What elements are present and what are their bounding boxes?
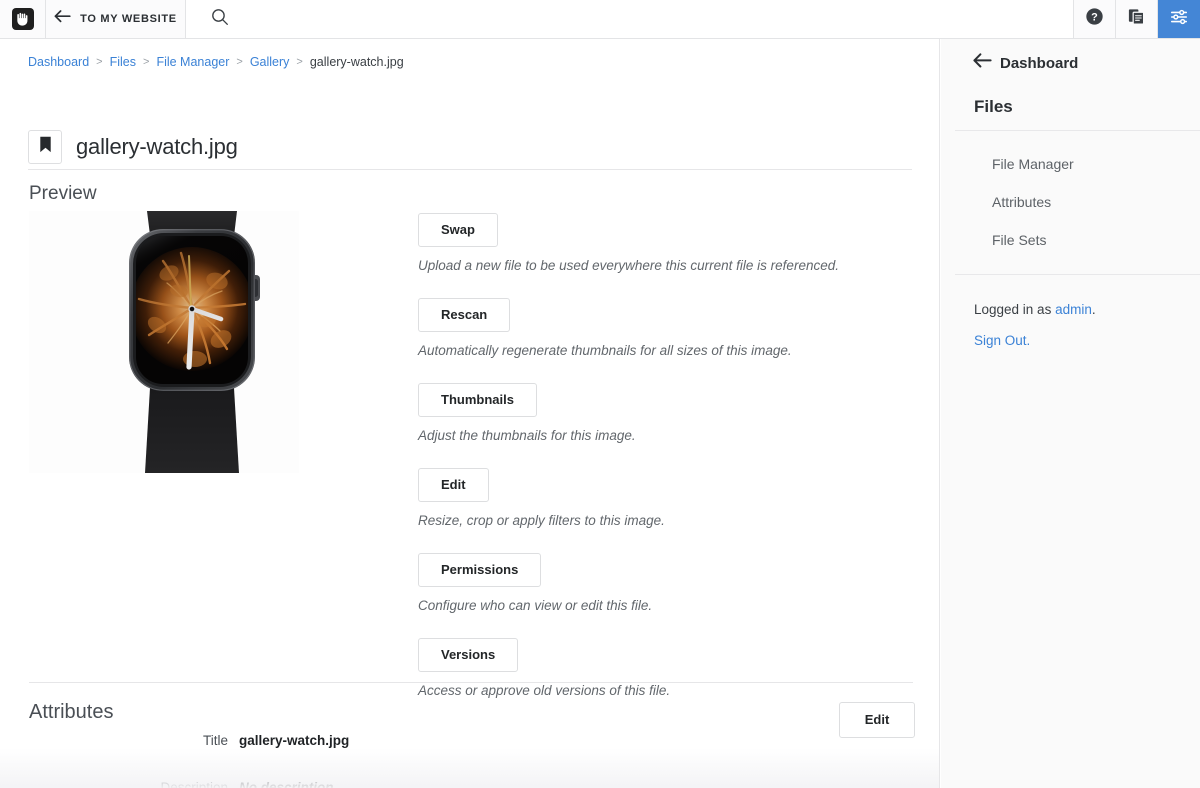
breadcrumb: Dashboard > Files > File Manager > Galle…	[28, 55, 404, 69]
logged-in-user-link[interactable]: admin	[1055, 302, 1092, 317]
file-preview-image	[29, 211, 299, 473]
attribute-row: Title gallery-watch.jpg	[29, 733, 913, 748]
logged-in-status: Logged in as admin.	[974, 299, 1096, 321]
action-block: Rescan Automatically regenerate thumbnai…	[418, 298, 888, 359]
logged-in-suffix: .	[1091, 302, 1096, 317]
attribute-value-description: No description	[239, 780, 334, 788]
attribute-row: Description No description	[29, 780, 913, 788]
settings-button[interactable]	[1158, 0, 1200, 38]
sidebar-item-label: Attributes	[992, 194, 1052, 210]
thumbnails-button[interactable]: Thumbnails	[418, 383, 537, 417]
sidebar-section-title: Files	[974, 97, 1013, 116]
to-my-website-label: TO MY WEBSITE	[80, 13, 177, 25]
versions-button[interactable]: Versions	[418, 638, 519, 672]
sidebar-item-label: File Sets	[992, 232, 1047, 248]
concrete-cms-hand-logo-icon	[11, 8, 34, 30]
help-button[interactable]: ?	[1074, 0, 1116, 38]
rescan-description: Automatically regenerate thumbnails for …	[418, 343, 792, 358]
sidebar-item-file-sets[interactable]: File Sets	[941, 221, 1200, 259]
breadcrumb-item-current: gallery-watch.jpg	[309, 55, 404, 69]
bookmark-icon	[39, 136, 52, 158]
sidebar-divider	[955, 130, 1200, 131]
sidebar-item-label: File Manager	[992, 156, 1074, 172]
file-actions-list: Swap Upload a new file to be used everyw…	[418, 213, 888, 699]
action-block: Versions Access or approve old versions …	[418, 638, 888, 699]
pages-button[interactable]	[1116, 0, 1158, 38]
page-title: gallery-watch.jpg	[76, 134, 238, 159]
swap-description: Upload a new file to be used everywhere …	[418, 258, 839, 273]
arrow-left-icon	[973, 53, 992, 73]
breadcrumb-separator: >	[96, 56, 103, 68]
breadcrumb-separator: >	[236, 56, 243, 68]
main-content-area: Dashboard > Files > File Manager > Galle…	[0, 39, 940, 788]
sidebar-back-label: Dashboard	[1000, 54, 1079, 72]
logged-in-prefix: Logged in as	[974, 302, 1056, 317]
breadcrumb-separator: >	[143, 56, 150, 68]
search-icon	[211, 8, 229, 31]
search-area[interactable]	[186, 0, 1074, 38]
sliders-icon	[1169, 7, 1189, 32]
page-title-row: gallery-watch.jpg	[28, 125, 912, 170]
breadcrumb-separator: >	[296, 56, 303, 68]
sidebar-item-file-manager[interactable]: File Manager	[941, 145, 1200, 183]
permissions-button[interactable]: Permissions	[418, 553, 542, 587]
sidebar-item-attributes[interactable]: Attributes	[941, 183, 1200, 221]
edit-image-description: Resize, crop or apply filters to this im…	[418, 513, 665, 528]
rescan-button[interactable]: Rescan	[418, 298, 511, 332]
attributes-heading: Attributes	[29, 701, 114, 723]
permissions-description: Configure who can view or edit this file…	[418, 598, 653, 613]
sign-out-row: Sign Out.	[974, 333, 1030, 348]
search-input[interactable]	[239, 10, 379, 28]
attribute-label-title: Title	[202, 733, 228, 748]
attribute-value-title: gallery-watch.jpg	[239, 733, 350, 748]
action-block: Swap Upload a new file to be used everyw…	[418, 213, 888, 274]
breadcrumb-item-dashboard[interactable]: Dashboard	[28, 55, 89, 69]
copy-pages-icon	[1127, 7, 1146, 31]
edit-image-button[interactable]: Edit	[418, 468, 489, 502]
svg-text:?: ?	[1091, 12, 1098, 24]
sidebar-back-to-dashboard[interactable]: Dashboard	[973, 53, 1078, 73]
attribute-label-description: Description	[160, 780, 228, 788]
versions-description: Access or approve old versions of this f…	[418, 683, 671, 698]
thumbnails-description: Adjust the thumbnails for this image.	[418, 428, 636, 443]
dashboard-sidebar: Dashboard Files File Manager Attributes …	[941, 39, 1200, 788]
preview-heading: Preview	[29, 183, 97, 204]
action-block: Edit Resize, crop or apply filters to th…	[418, 468, 888, 529]
to-my-website-button[interactable]: TO MY WEBSITE	[46, 0, 186, 38]
attributes-divider	[29, 682, 913, 683]
action-block: Thumbnails Adjust the thumbnails for thi…	[418, 383, 888, 444]
action-block: Permissions Configure who can view or ed…	[418, 553, 888, 614]
swap-button[interactable]: Swap	[418, 213, 498, 247]
logo-button[interactable]	[0, 0, 46, 38]
top-header-bar: TO MY WEBSITE ?	[0, 0, 1200, 39]
sidebar-nav: File Manager Attributes File Sets	[941, 145, 1200, 259]
breadcrumb-item-file-manager[interactable]: File Manager	[156, 55, 229, 69]
sign-out-link[interactable]: Sign Out.	[974, 333, 1030, 348]
bookmark-button[interactable]	[28, 130, 62, 164]
breadcrumb-item-files[interactable]: Files	[110, 55, 136, 69]
breadcrumb-item-gallery[interactable]: Gallery	[250, 55, 290, 69]
sidebar-divider	[955, 274, 1200, 275]
arrow-left-icon	[54, 10, 71, 28]
question-circle-icon: ?	[1085, 7, 1104, 31]
